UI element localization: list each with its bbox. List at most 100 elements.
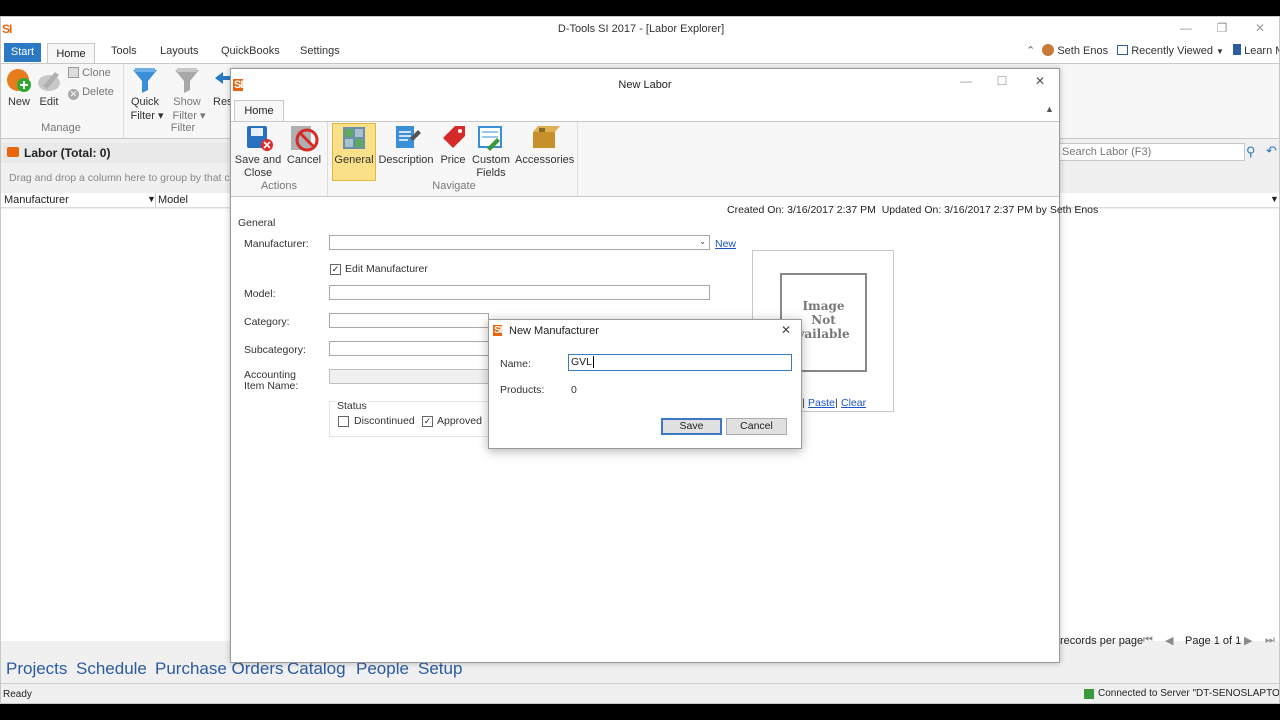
labor-header: Labor (Total: 0) xyxy=(1,143,231,163)
tab-start[interactable]: Start xyxy=(4,43,41,62)
accessories-nav-button[interactable]: Accessories xyxy=(515,124,574,168)
tab-layouts[interactable]: Layouts xyxy=(160,45,199,57)
manufacturer-select[interactable]: ⌄ xyxy=(329,235,710,250)
name-input[interactable]: GVL xyxy=(568,354,792,371)
accounting-item-input xyxy=(329,369,489,384)
price-nav-button[interactable]: Price xyxy=(437,124,469,168)
prev-page-icon[interactable]: ◀ xyxy=(1165,634,1173,647)
dialog-logo: SI xyxy=(493,325,503,336)
minimize-icon[interactable]: — xyxy=(1171,21,1201,35)
custom-fields-label: Custom xyxy=(472,154,510,166)
approved-checkbox[interactable]: ✓ xyxy=(422,416,433,427)
updated-on: Updated On: 3/16/2017 2:37 PM by Seth En… xyxy=(881,204,1099,216)
collapse-ribbon-icon[interactable]: ⌃ xyxy=(1026,45,1035,57)
refresh-icon[interactable]: ↶ xyxy=(1266,143,1277,159)
general-nav-button[interactable]: General xyxy=(332,123,376,181)
category-select[interactable] xyxy=(329,313,489,328)
search-input[interactable]: Search Labor (F3) xyxy=(1059,143,1245,161)
custom-fields-icon xyxy=(478,126,502,151)
search-icon[interactable]: ⚲ xyxy=(1246,144,1256,160)
tab-home[interactable]: Home xyxy=(47,43,95,64)
paste-link[interactable]: Paste xyxy=(808,397,835,409)
reset-arrow-icon xyxy=(215,72,231,84)
clone-label: Clone xyxy=(82,67,111,79)
column-manufacturer[interactable]: Manufacturer xyxy=(4,194,69,206)
model-input[interactable] xyxy=(329,285,710,300)
column-model[interactable]: Model xyxy=(158,194,188,206)
funnel-icon xyxy=(133,68,157,93)
clone-button[interactable]: Clone xyxy=(68,67,128,81)
tab-quickbooks[interactable]: QuickBooks xyxy=(221,45,280,57)
edit-button[interactable]: Edit xyxy=(35,66,63,110)
custom-fields-nav-button[interactable]: Custom Fields xyxy=(471,124,511,180)
recently-viewed-icon xyxy=(1117,45,1129,55)
clear-link[interactable]: Clear xyxy=(841,397,866,409)
pager: records per page ⏮ ◀ Page 1 of 1 ▶ ⏭ xyxy=(1059,631,1279,653)
quick-filter-label: Quick xyxy=(130,96,160,108)
maximize-icon[interactable]: ☐ xyxy=(987,74,1017,88)
manufacturer-label: Manufacturer: xyxy=(244,238,309,250)
new-label: New xyxy=(7,96,30,108)
recently-viewed-menu[interactable]: Recently Viewed xyxy=(1131,45,1213,57)
group-by-area[interactable]: Drag and drop a column here to group by … xyxy=(1,169,235,189)
show-filter-label2: Filter ▾ xyxy=(172,110,206,122)
nav-schedule[interactable]: Schedule xyxy=(76,659,147,679)
funnel-gray-icon xyxy=(175,68,199,93)
close-icon[interactable]: ✕ xyxy=(781,323,791,337)
user-name[interactable]: Seth Enos xyxy=(1057,45,1108,57)
model-label: Model: xyxy=(244,288,276,300)
close-icon[interactable]: ✕ xyxy=(1025,74,1055,88)
status-text: Ready xyxy=(3,689,32,700)
status-bar: Ready Connected to Server "DT-SENOSLAPTO… xyxy=(1,683,1279,703)
filter-group-label: Filter xyxy=(170,122,196,134)
records-per-page: records per page xyxy=(1060,635,1144,647)
cancel-button[interactable]: Cancel xyxy=(287,124,321,168)
first-page-icon[interactable]: ⏮ xyxy=(1143,634,1153,647)
new-button[interactable]: New xyxy=(5,66,33,110)
cancel-icon xyxy=(291,126,319,152)
save-close-button[interactable]: Save and Close xyxy=(235,124,281,180)
delete-button[interactable]: ✕ Delete xyxy=(68,86,128,100)
save-close-label2: Close xyxy=(243,167,273,179)
delete-icon: ✕ xyxy=(68,89,79,100)
next-page-icon[interactable]: ▶ xyxy=(1244,634,1252,647)
general-icon xyxy=(343,127,365,149)
edit-manufacturer-checkbox[interactable]: ✓ xyxy=(330,264,341,275)
collapse-ribbon-icon[interactable]: ▲ xyxy=(1045,104,1054,114)
save-button[interactable]: Save xyxy=(661,418,722,435)
price-tag-icon xyxy=(443,126,465,148)
navigate-group-label: Navigate xyxy=(432,180,476,192)
divider xyxy=(577,122,578,196)
description-nav-button[interactable]: Description xyxy=(378,124,434,168)
category-label: Category: xyxy=(244,316,290,328)
discontinued-checkbox[interactable] xyxy=(338,416,349,427)
tab-settings[interactable]: Settings xyxy=(300,45,340,57)
accessories-box-icon xyxy=(533,126,560,148)
learn-more-icon xyxy=(1233,44,1242,55)
quick-filter-button[interactable]: Quick Filter ▾ xyxy=(129,66,164,122)
close-icon[interactable]: ✕ xyxy=(1245,21,1275,35)
nav-projects[interactable]: Projects xyxy=(6,659,67,679)
edit-icon xyxy=(38,72,60,91)
learn-more-link[interactable]: Learn More xyxy=(1244,45,1279,57)
tab-tools[interactable]: Tools xyxy=(111,45,137,57)
cancel-button[interactable]: Cancel xyxy=(726,418,787,435)
divider xyxy=(123,64,124,138)
image-text-1: Image xyxy=(802,299,845,313)
show-filter-button[interactable]: Show Filter ▾ xyxy=(171,66,206,122)
products-label: Products: xyxy=(500,384,545,396)
last-page-icon[interactable]: ⏭ xyxy=(1265,634,1275,647)
minimize-icon[interactable]: — xyxy=(951,74,981,88)
tab-home[interactable]: Home xyxy=(234,100,284,122)
restore-icon[interactable]: ❐ xyxy=(1207,21,1237,35)
products-count: 0 xyxy=(571,384,577,396)
labor-icon xyxy=(7,147,19,157)
accounting-label2: Item Name: xyxy=(244,380,299,392)
divider xyxy=(155,193,156,207)
dialog-title: New Manufacturer xyxy=(509,325,599,337)
clone-icon xyxy=(68,67,79,78)
name-value: GVL xyxy=(571,356,593,368)
new-manufacturer-link[interactable]: New xyxy=(715,238,736,250)
subcategory-select[interactable] xyxy=(329,341,489,356)
filter-icon[interactable]: ▼ xyxy=(1270,194,1279,204)
